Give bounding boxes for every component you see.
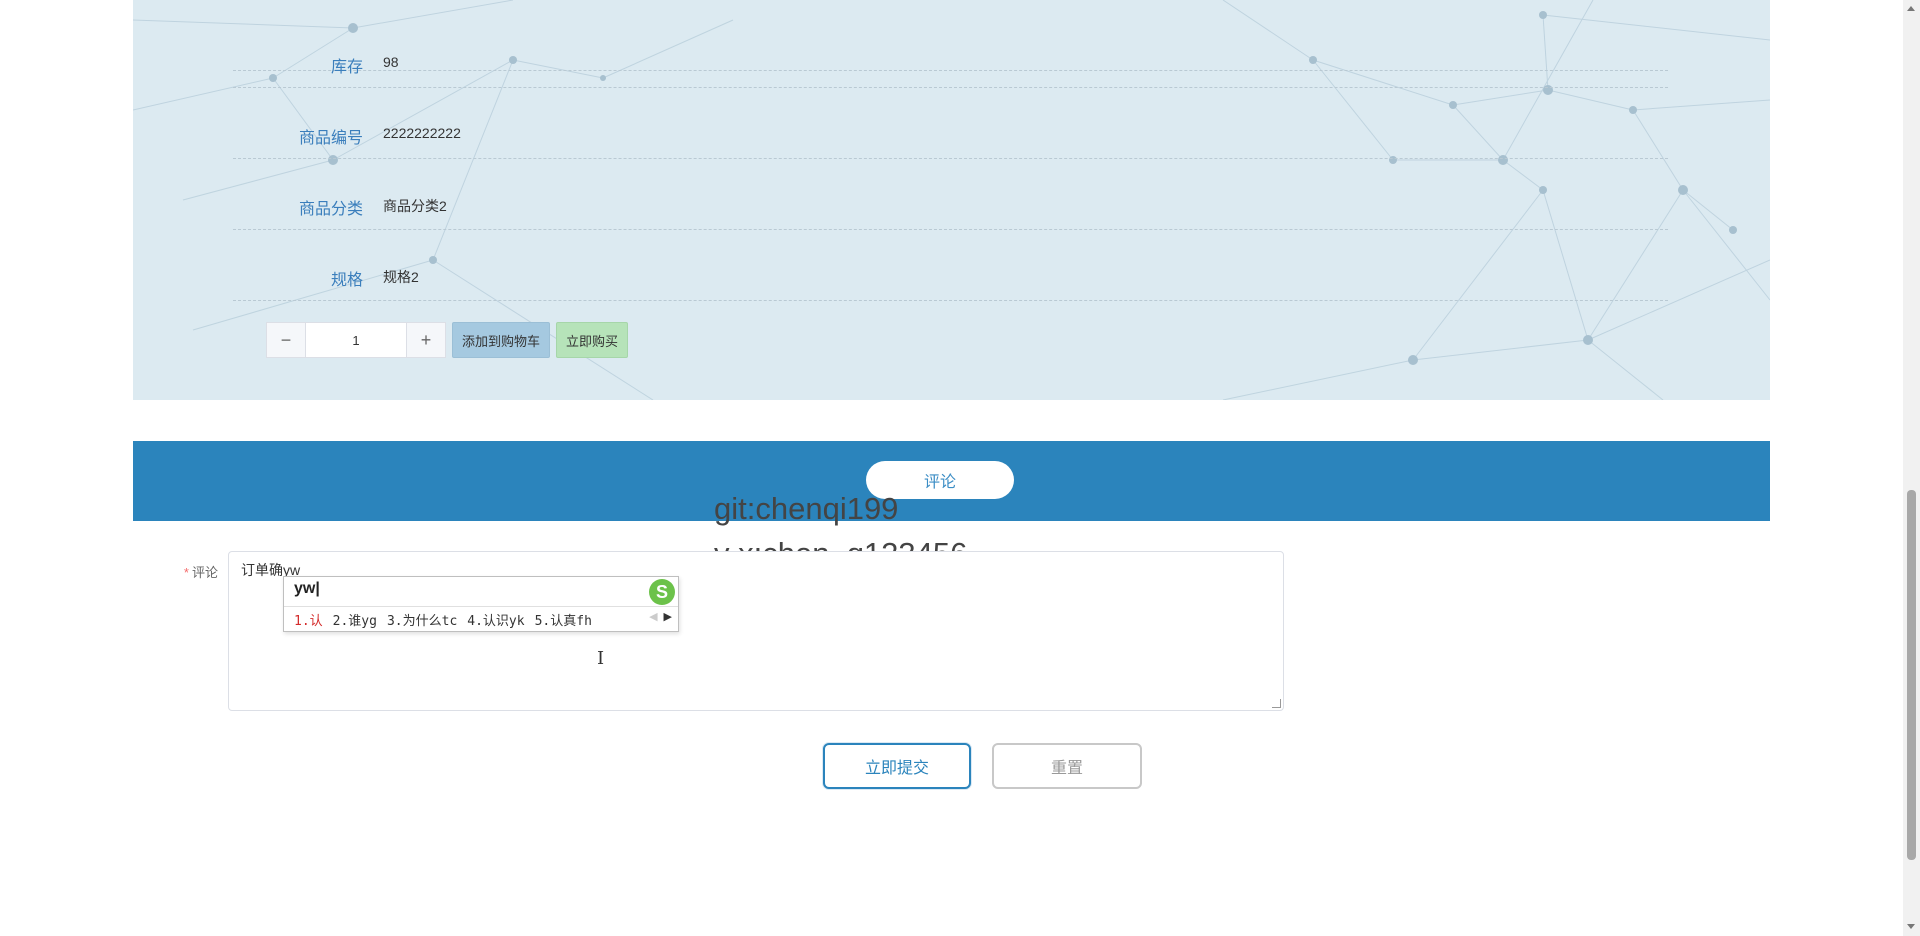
page-scrollbar[interactable] xyxy=(1903,0,1920,936)
submit-button[interactable]: 立即提交 xyxy=(823,743,971,789)
comment-field-label: * 评论 xyxy=(160,562,218,581)
scroll-up-arrow-icon[interactable] xyxy=(1907,6,1915,11)
spec-value: 规格2 xyxy=(383,269,419,285)
quantity-stepper: − + 添加到购物车 立即购买 xyxy=(266,321,629,359)
ime-candidate-list: 1.认 2.谁yg 3.为什么tc 4.认识yk 5.认真fh xyxy=(284,606,678,631)
reset-button[interactable]: 重置 xyxy=(992,743,1142,789)
ime-prev-page-icon[interactable]: ◀ xyxy=(649,611,657,623)
quantity-increase-button[interactable]: + xyxy=(406,322,446,358)
scroll-down-arrow-icon[interactable] xyxy=(1907,924,1915,929)
product-detail-panel: 库存 98 商品编号 2222222222 商品分类 商品分类2 规格 规格2 … xyxy=(133,0,1770,400)
ime-candidate-3[interactable]: 3.为什么tc xyxy=(387,610,457,629)
required-mark: * xyxy=(183,565,189,580)
spec-label: 规格 xyxy=(330,272,363,289)
resize-handle-icon[interactable] xyxy=(1272,699,1281,708)
info-row-product-number: 商品编号 2222222222 xyxy=(233,88,1668,159)
ime-candidate-1[interactable]: 1.认 xyxy=(294,610,323,629)
text-cursor-icon: I xyxy=(597,648,605,669)
ime-candidate-5[interactable]: 5.认真fh xyxy=(535,610,592,629)
ime-candidate-popup: yw| S 1.认 2.谁yg 3.为什么tc 4.认识yk 5.认真fh ◀ ▶ xyxy=(283,576,679,632)
comment-section-header: 评论 xyxy=(133,441,1770,521)
ime-composition: yw| xyxy=(294,580,320,597)
info-row-spec: 规格 规格2 xyxy=(233,230,1668,301)
buy-now-button[interactable]: 立即购买 xyxy=(556,322,629,358)
ime-candidate-4[interactable]: 4.认识yk xyxy=(467,610,524,629)
stock-label: 库存 xyxy=(330,59,363,76)
watermark-line-1: git:chenqi199 xyxy=(714,491,899,526)
product-number-label: 商品编号 xyxy=(298,130,363,147)
info-row-category: 商品分类 商品分类2 xyxy=(233,159,1668,230)
ime-candidate-2[interactable]: 2.谁yg xyxy=(333,610,377,629)
comment-label-text: 评论 xyxy=(191,565,218,580)
quantity-input[interactable] xyxy=(306,322,406,358)
ime-next-page-icon[interactable]: ▶ xyxy=(664,611,672,623)
quantity-decrease-button[interactable]: − xyxy=(266,322,306,358)
info-row-stock: 库存 98 xyxy=(233,17,1668,88)
product-number-value: 2222222222 xyxy=(383,125,461,141)
stock-value: 98 xyxy=(383,54,399,70)
ime-page-nav[interactable]: ◀ ▶ xyxy=(649,610,672,623)
category-value: 商品分类2 xyxy=(383,198,447,214)
ime-logo-icon: S xyxy=(649,579,675,605)
category-label: 商品分类 xyxy=(298,201,363,218)
add-to-cart-button[interactable]: 添加到购物车 xyxy=(452,322,551,358)
scrollbar-thumb[interactable] xyxy=(1907,490,1916,860)
